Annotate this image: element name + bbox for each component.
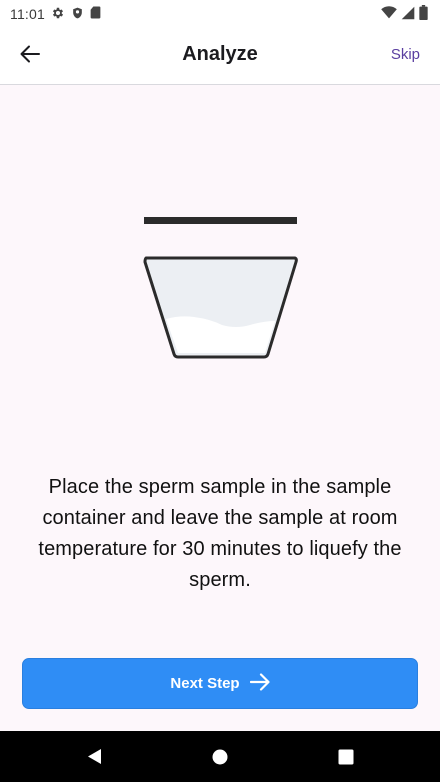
status-right [381, 5, 428, 23]
sd-card-icon [90, 6, 101, 22]
status-left: 11:01 [10, 6, 101, 23]
app-bar: Analyze Skip [0, 28, 440, 85]
recents-square-icon[interactable] [336, 747, 356, 767]
wifi-icon [381, 6, 397, 22]
sample-container-illustration [140, 213, 302, 363]
status-bar: 11:01 [0, 0, 440, 28]
battery-icon [419, 5, 428, 23]
back-triangle-icon[interactable] [84, 747, 104, 767]
status-time: 11:01 [10, 6, 45, 22]
system-nav-bar [0, 731, 440, 782]
next-step-label: Next Step [170, 675, 240, 692]
next-step-button[interactable]: Next Step [22, 658, 418, 709]
home-circle-icon[interactable] [210, 747, 230, 767]
instruction-text: Place the sperm sample in the sample con… [38, 476, 402, 591]
signal-icon [401, 6, 415, 23]
container-lid [144, 217, 297, 224]
page-title: Analyze [182, 43, 258, 65]
arrow-right-icon [249, 672, 270, 695]
shield-icon [71, 6, 84, 23]
skip-button[interactable]: Skip [391, 46, 420, 63]
gear-icon [51, 6, 65, 23]
